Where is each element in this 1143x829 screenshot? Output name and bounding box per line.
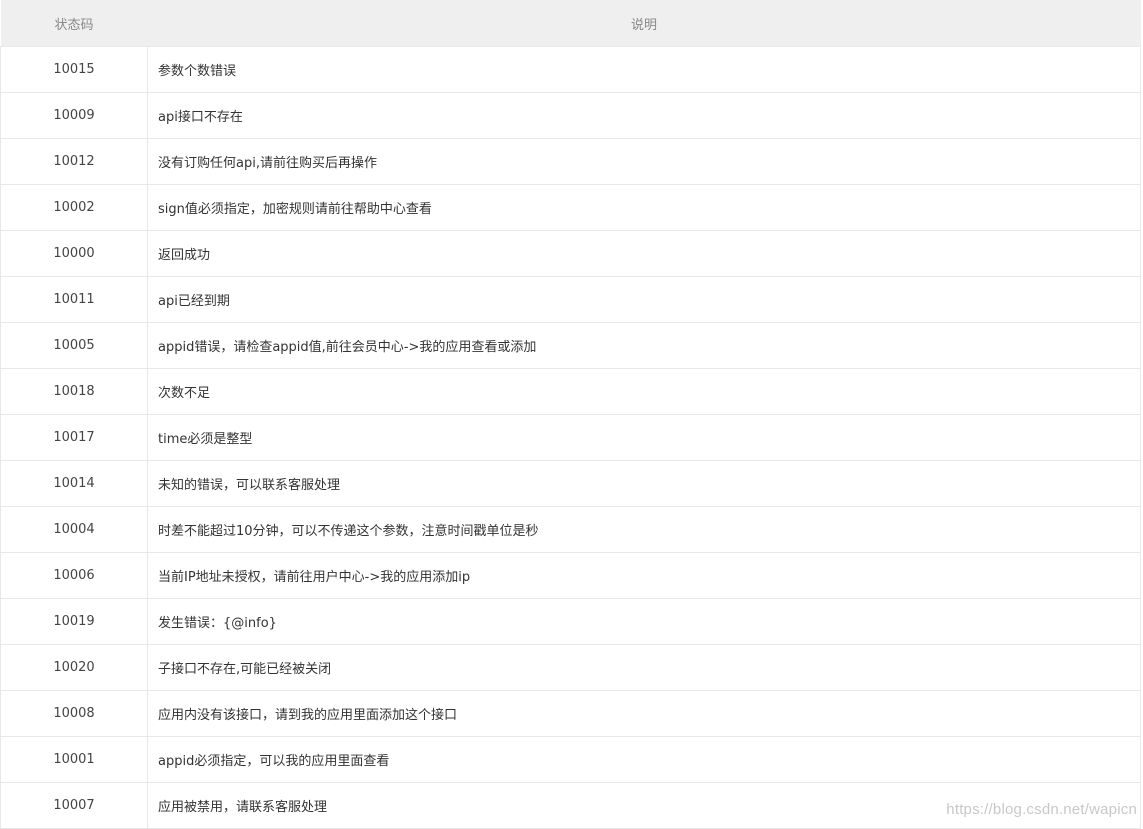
status-code-cell: 10019 xyxy=(0,598,148,645)
status-code-cell: 10014 xyxy=(0,460,148,507)
description-cell: api接口不存在 xyxy=(147,92,1141,139)
description-cell: 次数不足 xyxy=(147,368,1141,415)
header-row: 状态码 说明 xyxy=(0,0,1141,47)
description-cell: appid必须指定，可以我的应用里面查看 xyxy=(147,736,1141,783)
table-row: 10015 参数个数错误 xyxy=(0,46,1141,93)
table-row: 10019 发生错误：{@info} xyxy=(0,598,1141,645)
description-cell: 子接口不存在,可能已经被关闭 xyxy=(147,644,1141,691)
description-cell: time必须是整型 xyxy=(147,414,1141,461)
status-code-cell: 10009 xyxy=(0,92,148,139)
table-row: 10000 返回成功 xyxy=(0,230,1141,277)
status-code-cell: 10008 xyxy=(0,690,148,737)
table-header: 状态码 说明 xyxy=(0,0,1141,47)
description-cell: api已经到期 xyxy=(147,276,1141,323)
description-cell: 未知的错误，可以联系客服处理 xyxy=(147,460,1141,507)
table-row: 10009 api接口不存在 xyxy=(0,92,1141,139)
watermark: https://blog.csdn.net/wapicn xyxy=(946,801,1137,818)
description-cell: 应用内没有该接口，请到我的应用里面添加这个接口 xyxy=(147,690,1141,737)
table-row: 10011 api已经到期 xyxy=(0,276,1141,323)
status-code-cell: 10007 xyxy=(0,782,148,829)
status-code-cell: 10012 xyxy=(0,138,148,185)
status-code-cell: 10020 xyxy=(0,644,148,691)
table-row: 10012 没有订购任何api,请前往购买后再操作 xyxy=(0,138,1141,185)
status-code-cell: 10005 xyxy=(0,322,148,369)
table-body: 10015 参数个数错误 10009 api接口不存在 10012 没有订购任何api,请… xyxy=(0,46,1141,829)
column-header-code: 状态码 xyxy=(0,0,148,47)
description-cell: 返回成功 xyxy=(147,230,1141,277)
table-row: 10014 未知的错误，可以联系客服处理 xyxy=(0,460,1141,507)
status-code-cell: 10001 xyxy=(0,736,148,783)
table-row: 10001 appid必须指定，可以我的应用里面查看 xyxy=(0,736,1141,783)
table-row: 10008 应用内没有该接口，请到我的应用里面添加这个接口 xyxy=(0,690,1141,737)
table-row: 10018 次数不足 xyxy=(0,368,1141,415)
table-row: 10017 time必须是整型 xyxy=(0,414,1141,461)
table-row: 10020 子接口不存在,可能已经被关闭 xyxy=(0,644,1141,691)
description-cell: 参数个数错误 xyxy=(147,46,1141,93)
description-cell: sign值必须指定，加密规则请前往帮助中心查看 xyxy=(147,184,1141,231)
table-row: 10005 appid错误，请检查appid值,前往会员中心->我的应用查看或添加 xyxy=(0,322,1141,369)
description-cell: appid错误，请检查appid值,前往会员中心->我的应用查看或添加 xyxy=(147,322,1141,369)
status-code-cell: 10004 xyxy=(0,506,148,553)
description-cell: 发生错误：{@info} xyxy=(147,598,1141,645)
status-code-cell: 10011 xyxy=(0,276,148,323)
column-header-description: 说明 xyxy=(147,0,1141,47)
status-code-cell: 10017 xyxy=(0,414,148,461)
description-cell: 没有订购任何api,请前往购买后再操作 xyxy=(147,138,1141,185)
table-row: 10006 当前IP地址未授权，请前往用户中心->我的应用添加ip xyxy=(0,552,1141,599)
status-code-cell: 10000 xyxy=(0,230,148,277)
table-row: 10002 sign值必须指定，加密规则请前往帮助中心查看 xyxy=(0,184,1141,231)
status-code-cell: 10015 xyxy=(0,46,148,93)
status-code-cell: 10002 xyxy=(0,184,148,231)
status-code-cell: 10018 xyxy=(0,368,148,415)
description-cell: 当前IP地址未授权，请前往用户中心->我的应用添加ip xyxy=(147,552,1141,599)
description-cell: 时差不能超过10分钟，可以不传递这个参数，注意时间戳单位是秒 xyxy=(147,506,1141,553)
table-row: 10004 时差不能超过10分钟，可以不传递这个参数，注意时间戳单位是秒 xyxy=(0,506,1141,553)
status-code-cell: 10006 xyxy=(0,552,148,599)
status-code-table: 状态码 说明 10015 参数个数错误 10009 api接口不存在 10012 没有订购… xyxy=(0,0,1141,829)
